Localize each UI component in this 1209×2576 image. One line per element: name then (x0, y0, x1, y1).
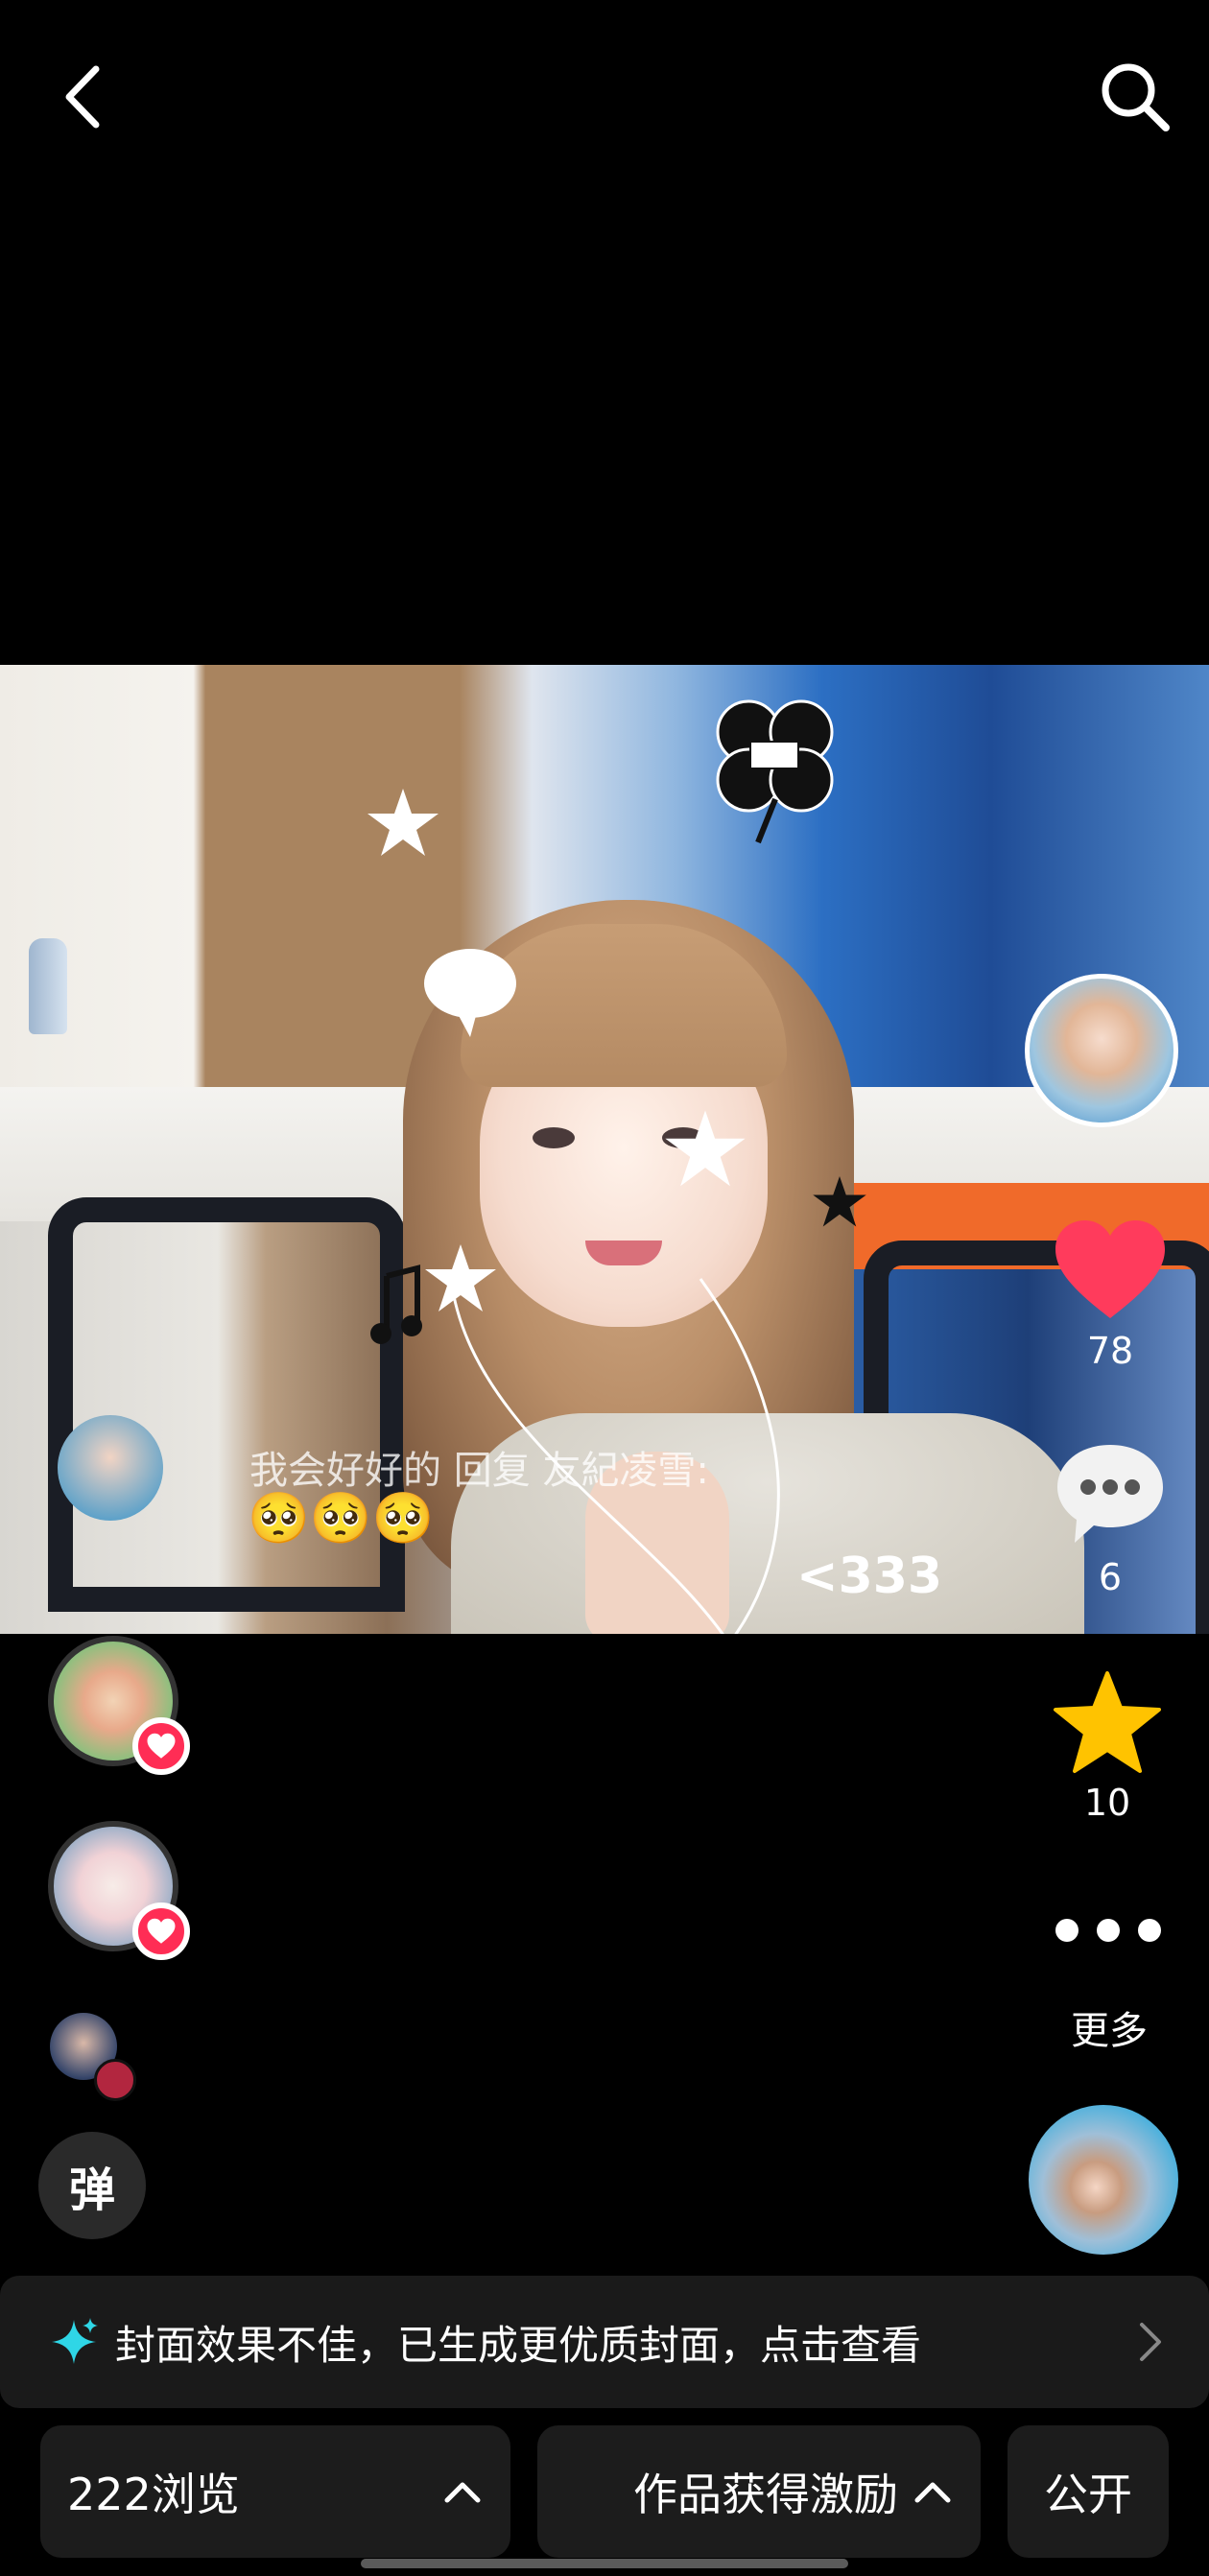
danmu-toggle-button[interactable]: 弹 (38, 2132, 146, 2239)
visibility-label: 公开 (1044, 2469, 1132, 2520)
more-button[interactable] (1055, 1919, 1161, 1942)
incentive-label: 作品获得激励 (633, 2469, 898, 2520)
visibility-pill[interactable]: 公开 (1008, 2425, 1169, 2558)
dot-icon (1055, 1919, 1079, 1942)
author-avatar[interactable] (1025, 974, 1178, 1127)
danmu-emoji: 🥺🥺🥺 (248, 1490, 435, 1548)
chevron-up-icon (444, 2482, 481, 2503)
number-sticker: <333 (796, 1548, 943, 1605)
favorite-count: 10 (1083, 1782, 1131, 1824)
video-bottle (29, 938, 67, 1034)
danmu-text: 我会好好的 回复 友紀凌雪: (249, 1449, 709, 1493)
video-eye-left (533, 1127, 575, 1148)
favorite-button[interactable] (1052, 1669, 1163, 1775)
star-sticker (367, 789, 439, 856)
dot-icon (1097, 1919, 1120, 1942)
earphone-cord-sticker (449, 1278, 780, 1634)
chevron-right-icon (1140, 2323, 1161, 2361)
like-count: 78 (1086, 1330, 1134, 1372)
danmu-comment (58, 1415, 163, 1521)
home-indicator (361, 2559, 848, 2568)
heart-badge-3 (94, 2059, 136, 2101)
chevron-up-icon (914, 2482, 951, 2503)
speech-bubble-sticker (424, 949, 516, 1037)
cover-suggestion-bar[interactable]: 封面效果不佳，已生成更优质封面，点击查看 (0, 2276, 1209, 2408)
cover-suggestion-text: 封面效果不佳，已生成更优质封面，点击查看 (115, 2321, 922, 2369)
sparkle-icon (52, 2318, 98, 2364)
dot-icon (1138, 1919, 1161, 1942)
star-sticker-2 (665, 1110, 746, 1187)
heart-icon (147, 1733, 176, 1759)
search-button[interactable] (1092, 54, 1178, 140)
black-star-sticker (813, 1176, 866, 1227)
music-note-sticker (370, 1264, 422, 1344)
views-pill[interactable]: 222浏览 (40, 2425, 510, 2558)
back-button[interactable] (40, 54, 127, 140)
danmu-avatar (58, 1415, 163, 1521)
more-label: 更多 (1071, 2009, 1148, 2053)
heart-badge-1[interactable] (132, 1717, 190, 1775)
comment-button[interactable] (1052, 1439, 1169, 1547)
comment-count: 6 (1098, 1556, 1123, 1598)
heart-badge-2[interactable] (132, 1902, 190, 1960)
incentive-pill[interactable]: 作品获得激励 (537, 2425, 981, 2558)
like-button[interactable] (1054, 1218, 1167, 1322)
chevron-left-icon (65, 65, 100, 129)
clover-sticker (716, 699, 834, 844)
heart-icon (147, 1918, 176, 1944)
video-chair-left (48, 1197, 405, 1612)
music-disc-avatar[interactable] (1029, 2105, 1178, 2255)
views-label: 222浏览 (67, 2469, 240, 2520)
search-icon (1102, 63, 1170, 131)
